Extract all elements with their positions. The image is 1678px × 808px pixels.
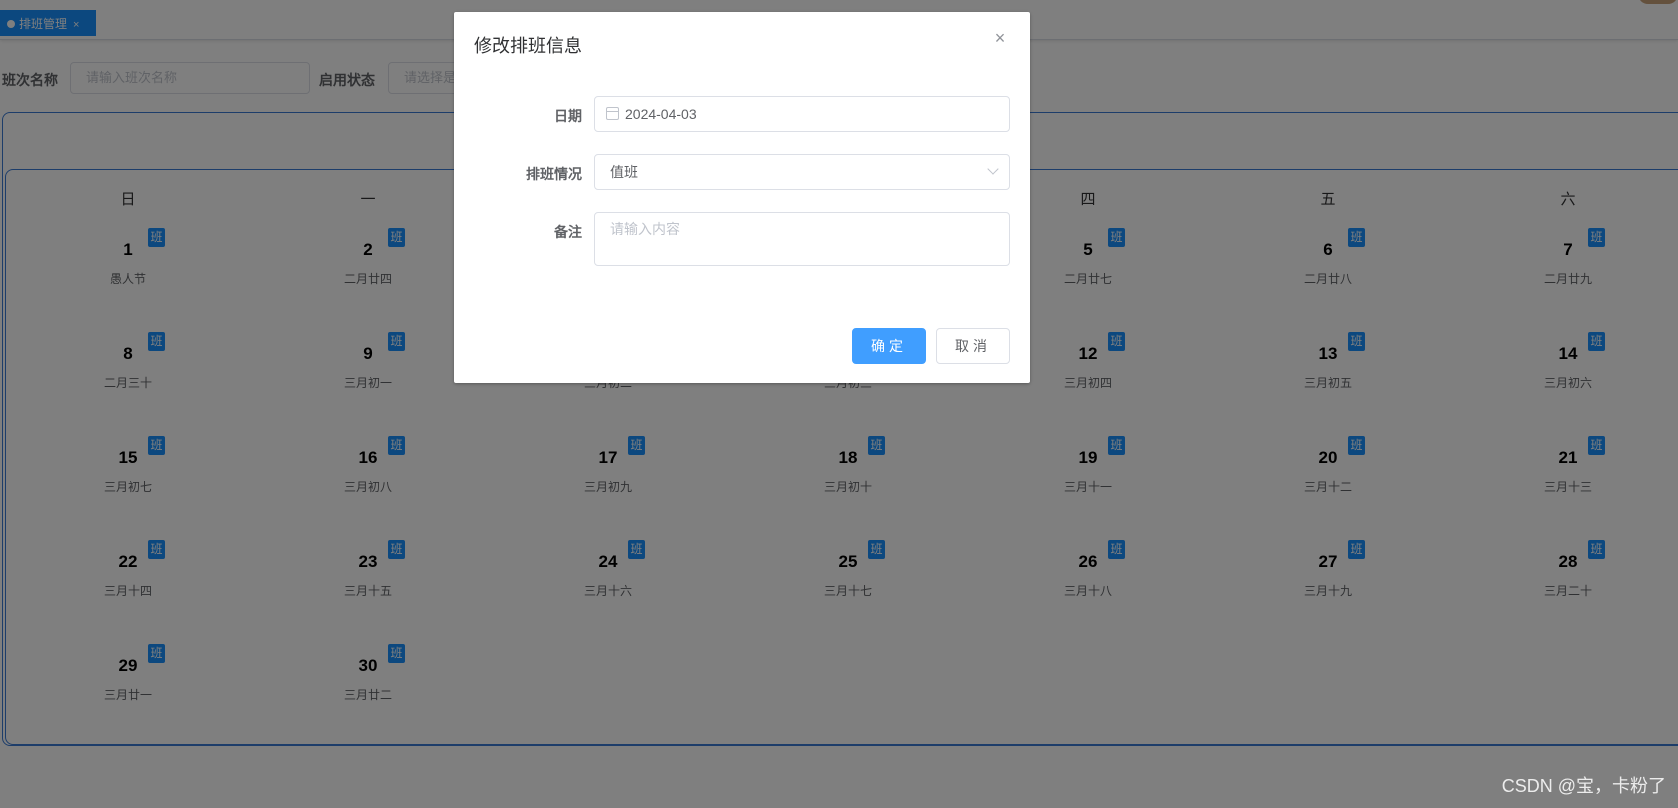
calendar-icon [606, 107, 619, 120]
date-picker[interactable]: 2024-04-03 [594, 96, 1010, 132]
date-value: 2024-04-03 [625, 106, 697, 122]
date-label: 日期 [554, 108, 582, 124]
dialog-title: 修改排班信息 [474, 36, 582, 56]
schedule-status-select[interactable]: 值班 [594, 154, 1010, 190]
close-icon[interactable]: × [990, 28, 1010, 48]
cancel-button[interactable]: 取消 [936, 328, 1010, 364]
confirm-button[interactable]: 确定 [852, 328, 926, 364]
remark-textarea[interactable]: 请输入内容 [594, 212, 1010, 266]
edit-schedule-dialog: 修改排班信息 × 日期 2024-04-03 排班情况 值班 备注 请输入内容 … [454, 12, 1030, 383]
schedule-status-value: 值班 [610, 164, 638, 180]
watermark: CSDN @宝，卡粉了 [1501, 776, 1666, 796]
remark-label: 备注 [554, 224, 582, 240]
chevron-down-icon [987, 163, 999, 175]
schedule-status-label: 排班情况 [526, 166, 582, 182]
